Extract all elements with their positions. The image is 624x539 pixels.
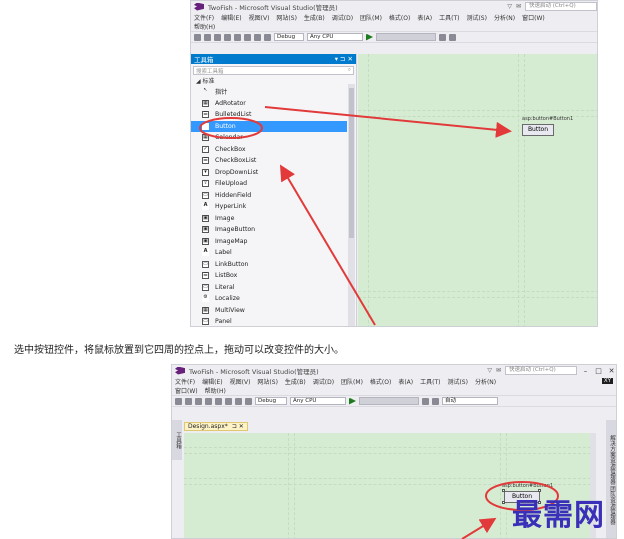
instruction-caption: 选中按钮控件，将鼠标放置到它四周的控点上，拖动可以改变控件的大小。 — [14, 345, 344, 356]
pointer-arrow-to-toolbox — [279, 164, 376, 326]
drag-arrow-to-surface — [264, 106, 512, 138]
button-highlight-ellipse — [199, 117, 263, 139]
resize-arrow — [461, 517, 497, 539]
watermark-logo: 最需网 — [512, 498, 605, 533]
top-annotation-layer — [199, 106, 512, 326]
